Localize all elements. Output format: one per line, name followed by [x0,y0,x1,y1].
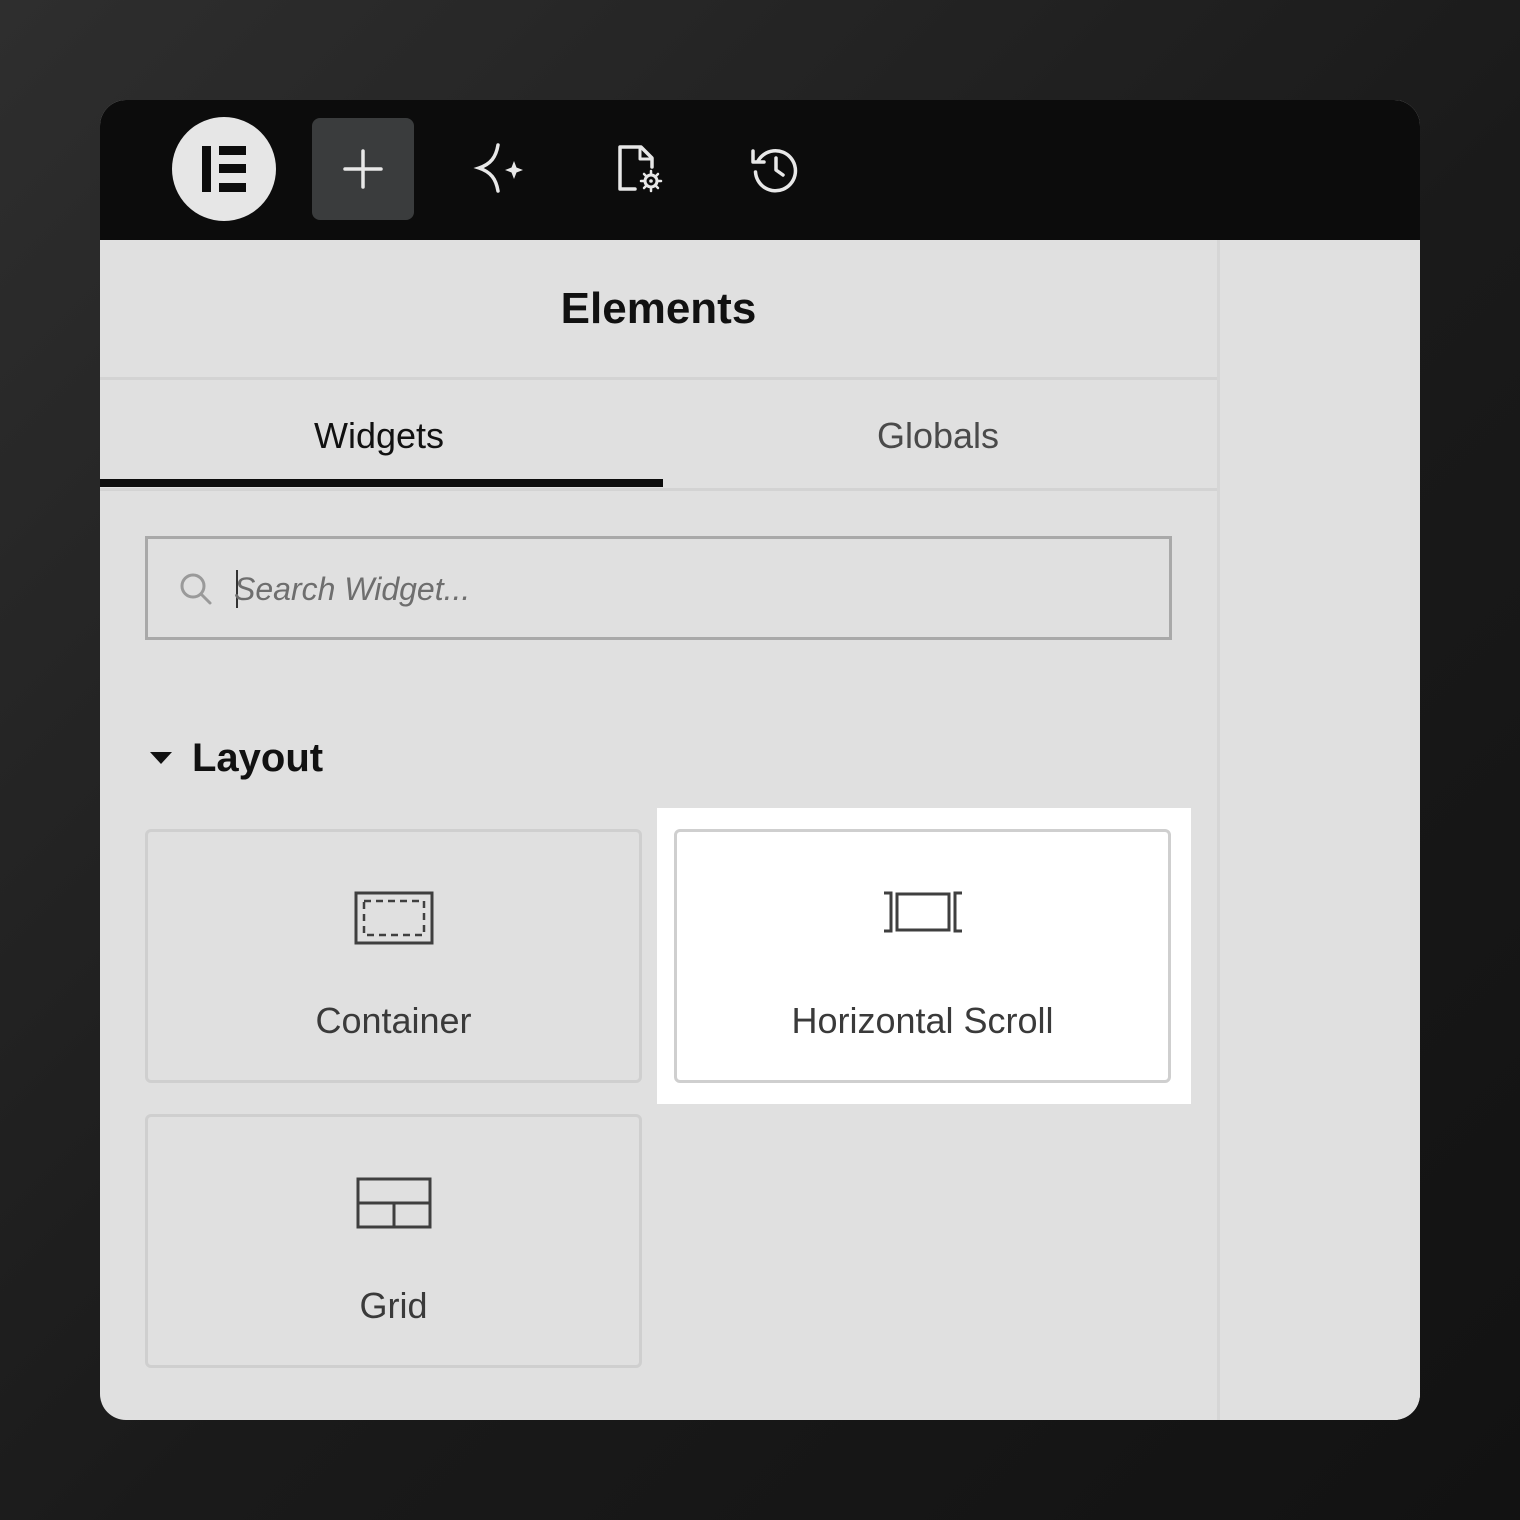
elementor-logo-icon[interactable] [172,117,276,221]
page-settings-button[interactable] [586,118,688,220]
document-settings-icon [618,145,663,193]
top-toolbar [100,100,1420,240]
search-icon [180,573,212,605]
elementor-panel-window: Elements Widgets Globals Layout Containe… [100,100,1420,1420]
search-box[interactable] [145,536,1172,640]
widget-label: Grid [359,1285,428,1326]
widget-grid[interactable]: Grid [145,1114,642,1368]
widget-container[interactable]: Container [145,829,642,1083]
widget-label: Container [315,1000,472,1041]
history-icon [751,149,798,193]
panel-tabs: Widgets Globals [100,383,1217,491]
canvas-edge [1217,240,1420,1420]
sparkle-icon [473,143,523,193]
horizontal-scroll-icon [883,891,962,933]
container-icon [354,891,433,945]
panel-title: Elements [100,240,1217,380]
caret-down-icon[interactable] [148,750,174,766]
history-button[interactable] [724,118,826,220]
widget-label: Horizontal Scroll [791,1000,1054,1041]
tab-widgets[interactable]: Widgets [100,383,658,488]
search-input[interactable] [234,557,1134,621]
tab-globals[interactable]: Globals [659,383,1217,488]
ai-button[interactable] [450,118,552,220]
grid-icon [356,1177,431,1229]
add-element-button[interactable] [312,118,414,220]
plus-icon [343,149,383,189]
section-header-layout[interactable]: Layout [148,730,323,786]
active-tab-indicator [100,479,663,487]
section-label: Layout [192,735,324,780]
widget-horizontal-scroll[interactable]: Horizontal Scroll [674,829,1171,1083]
